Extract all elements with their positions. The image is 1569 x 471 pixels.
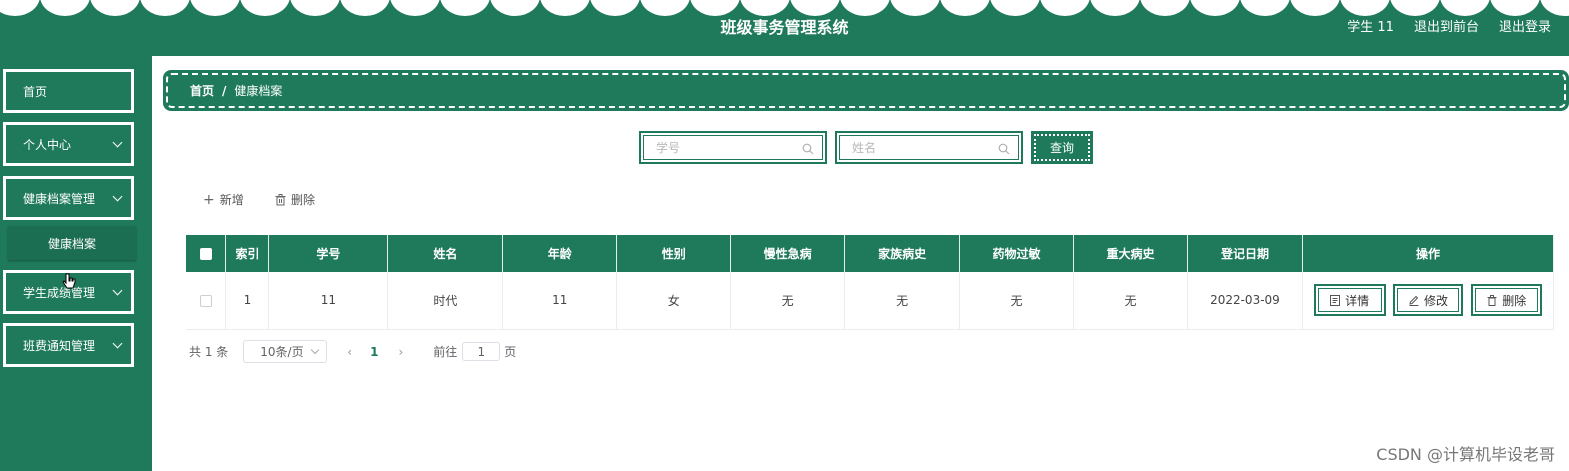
sidebar-item-class-fee-notice[interactable]: 班费通知管理 xyxy=(3,323,134,367)
cell-major-history: 无 xyxy=(1073,272,1188,330)
breadcrumb-home[interactable]: 首页 xyxy=(190,82,214,99)
chevron-down-icon xyxy=(112,285,123,296)
detail-button[interactable]: 详情 xyxy=(1313,284,1386,317)
column-header: 索引 xyxy=(225,235,270,272)
cell-date: 2022-03-09 xyxy=(1187,272,1303,330)
detail-button-label: 详情 xyxy=(1345,293,1370,308)
cell-age: 11 xyxy=(502,272,618,330)
delete-row-button-label: 删除 xyxy=(1502,293,1527,308)
cell-allergy: 无 xyxy=(959,272,1075,330)
column-header: 重大病史 xyxy=(1073,235,1188,272)
sidebar-item-home[interactable]: 首页 xyxy=(3,69,134,113)
edit-button-label: 修改 xyxy=(1423,293,1448,308)
column-header: 年龄 xyxy=(502,235,618,272)
column-header: 家族病史 xyxy=(844,235,961,272)
column-header: 操作 xyxy=(1302,235,1555,272)
app-title: 班级事务管理系统 xyxy=(720,18,849,37)
search-input-wrapper xyxy=(839,135,1019,160)
query-button-label: 查询 xyxy=(1034,134,1090,161)
hand-cursor-icon xyxy=(62,273,76,289)
trash-icon xyxy=(275,193,286,205)
edit-button[interactable]: 修改 xyxy=(1393,284,1464,317)
sidebar: 首页 个人中心 健康档案管理 健康档案 学生成绩管理 班费通知管理 xyxy=(0,56,152,471)
delete-button-label: 删除 xyxy=(291,193,316,207)
add-button-label: 新增 xyxy=(219,193,244,207)
watermark: CSDN @计算机毕设老哥 xyxy=(1376,445,1555,464)
prev-page-button[interactable]: ‹ xyxy=(347,345,352,359)
cell-family-history: 无 xyxy=(844,272,961,330)
exit-to-front-link[interactable]: 退出到前台 xyxy=(1414,16,1479,35)
chevron-down-icon xyxy=(112,137,123,148)
table-header-row: 索引 学号 姓名 年龄 性别 慢性急病 家族病史 药物过敏 重大病史 登记日期 … xyxy=(186,235,1555,272)
page-size-value: 10条/页 xyxy=(260,345,304,359)
trash-icon xyxy=(1487,294,1497,306)
row-checkbox[interactable] xyxy=(199,294,212,307)
page-size-select[interactable]: 10条/页 xyxy=(243,340,328,363)
sidebar-item-label: 学生成绩管理 xyxy=(23,285,96,300)
goto-label: 前往 xyxy=(433,345,458,359)
page-unit-label: 页 xyxy=(504,345,517,359)
breadcrumb: 首页 / 健康档案 xyxy=(163,70,1569,111)
search-icon xyxy=(998,143,1010,155)
sidebar-item-label: 健康档案管理 xyxy=(23,191,96,206)
search-icon xyxy=(802,143,814,155)
sidebar-item-health-record-management[interactable]: 健康档案管理 xyxy=(3,176,134,220)
query-button[interactable]: 查询 xyxy=(1031,131,1093,164)
chevron-down-icon xyxy=(311,345,320,355)
sidebar-item-label: 个人中心 xyxy=(23,137,72,152)
sidebar-item-label: 班费通知管理 xyxy=(23,338,96,353)
cell-name: 时代 xyxy=(387,272,504,330)
name-input[interactable] xyxy=(852,140,992,155)
row-checkbox-cell[interactable] xyxy=(186,272,227,330)
search-input-wrapper xyxy=(643,135,823,160)
cell-actions: 详情 修改 删除 xyxy=(1302,272,1555,330)
pencil-icon xyxy=(1409,295,1419,306)
health-record-table: 索引 学号 姓名 年龄 性别 慢性急病 家族病史 药物过敏 重大病史 登记日期 … xyxy=(186,235,1555,330)
column-header: 慢性急病 xyxy=(730,235,846,272)
breadcrumb-inner: 首页 / 健康档案 xyxy=(166,73,1566,108)
select-all-checkbox-cell[interactable] xyxy=(186,235,227,272)
delete-button[interactable]: 删除 xyxy=(275,191,315,208)
next-page-button[interactable]: › xyxy=(398,345,403,359)
column-header: 登记日期 xyxy=(1187,235,1303,272)
sidebar-subitem-health-record[interactable]: 健康档案 xyxy=(8,226,136,260)
pagination: 共 1 条 10条/页 ‹ 1 › 前往 页 xyxy=(189,340,516,363)
sidebar-item-label: 首页 xyxy=(23,84,48,99)
sidebar-item-personal-center[interactable]: 个人中心 xyxy=(3,122,134,166)
current-user: 学生 11 xyxy=(1347,20,1394,35)
cell-gender: 女 xyxy=(616,272,732,330)
student-no-search xyxy=(639,131,827,164)
goto-page-input[interactable] xyxy=(462,342,501,361)
name-search xyxy=(835,131,1023,164)
add-button[interactable]: + 新增 xyxy=(203,191,244,208)
plus-icon: + xyxy=(203,191,215,208)
document-icon xyxy=(1330,294,1341,306)
student-no-input[interactable] xyxy=(656,140,796,155)
cell-index: 1 xyxy=(225,272,270,330)
column-header: 学号 xyxy=(268,235,389,272)
chevron-down-icon xyxy=(112,191,123,202)
logout-link[interactable]: 退出登录 xyxy=(1499,16,1551,35)
breadcrumb-separator: / xyxy=(222,83,227,98)
total-count: 共 1 条 xyxy=(189,345,229,359)
cell-student-no: 11 xyxy=(268,272,389,330)
chevron-down-icon xyxy=(112,338,123,349)
select-all-checkbox[interactable] xyxy=(199,248,212,260)
delete-row-button[interactable]: 删除 xyxy=(1471,284,1543,317)
breadcrumb-current: 健康档案 xyxy=(234,84,283,98)
table-row: 1 11 时代 11 女 无 无 无 无 2022-03-09 详情 修改 删除 xyxy=(186,272,1555,330)
column-header: 姓名 xyxy=(387,235,504,272)
top-header: 班级事务管理系统 学生 11 退出到前台 退出登录 xyxy=(0,0,1569,56)
page-number-current[interactable]: 1 xyxy=(370,345,378,359)
cell-chronic: 无 xyxy=(730,272,846,330)
column-header: 药物过敏 xyxy=(959,235,1075,272)
column-header: 性别 xyxy=(616,235,732,272)
header-actions: 学生 11 退出到前台 退出登录 xyxy=(1347,16,1551,35)
